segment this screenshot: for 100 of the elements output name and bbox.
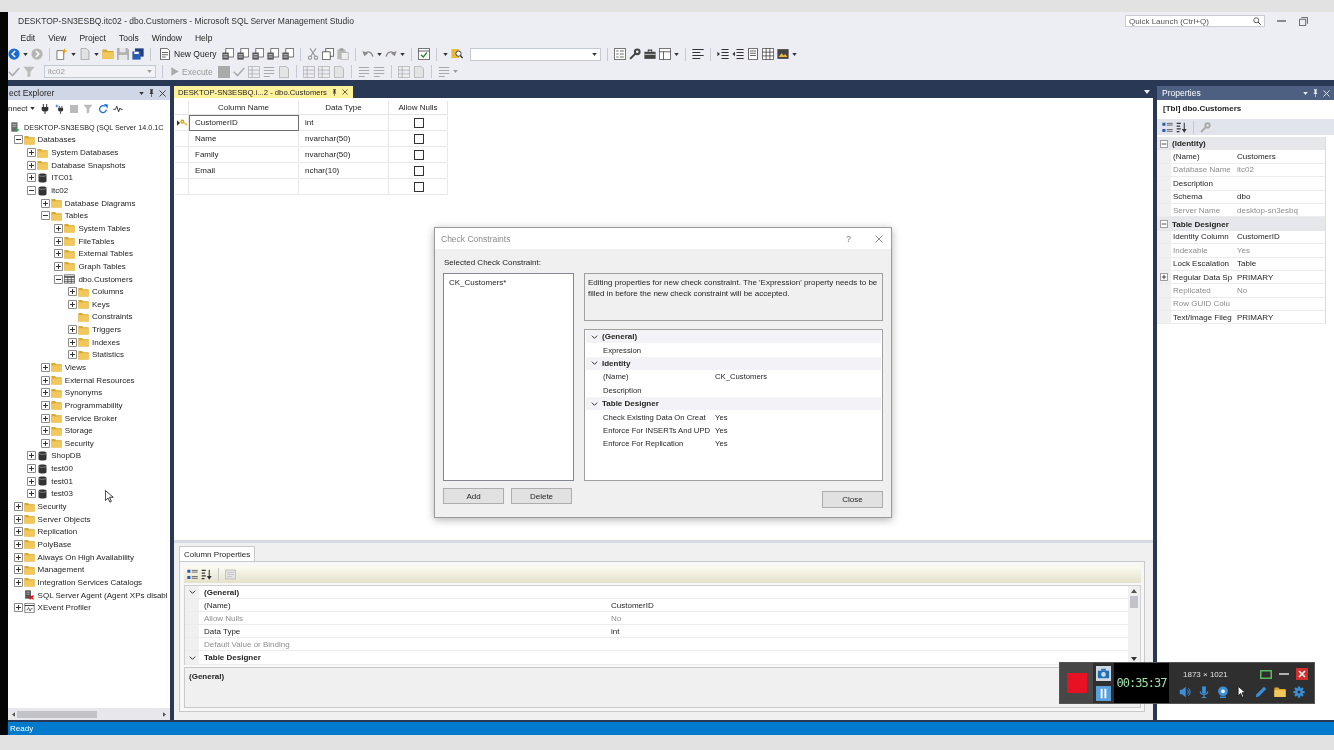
new-query-button[interactable]: New Query — [157, 48, 219, 60]
outdent-icon[interactable] — [731, 48, 744, 60]
close-icon[interactable] — [875, 234, 883, 243]
tree-item[interactable]: Replication — [37, 527, 78, 537]
close-icon[interactable] — [159, 89, 166, 97]
back-arrow-icon[interactable] — [8, 48, 20, 60]
tree-item[interactable]: test01 — [51, 476, 73, 486]
property-value[interactable]: PRIMARY — [1235, 312, 1274, 322]
menu-item[interactable]: View — [41, 32, 73, 43]
window-layout-icon[interactable] — [658, 48, 671, 60]
sort-icon[interactable] — [1176, 121, 1187, 133]
expand-icon[interactable] — [13, 577, 23, 587]
expand-icon[interactable] — [13, 603, 23, 613]
property-value[interactable]: PRIMARY — [1235, 272, 1274, 282]
collapse-icon[interactable] — [13, 135, 23, 145]
chevron-icon[interactable] — [590, 361, 598, 366]
search-icon[interactable] — [1253, 17, 1261, 25]
tree-item[interactable]: System Databases — [51, 148, 119, 158]
expand-icon[interactable] — [54, 261, 64, 271]
close-icon[interactable] — [341, 89, 348, 95]
property-value[interactable]: int — [611, 626, 620, 636]
expand-icon[interactable] — [40, 413, 50, 423]
expand-icon[interactable] — [40, 438, 50, 448]
categorized-icon[interactable] — [187, 569, 198, 580]
tree-item[interactable]: Indexes — [92, 337, 121, 347]
property-value[interactable]: CustomerID — [1235, 232, 1280, 242]
caret-icon[interactable] — [591, 52, 597, 56]
vertical-scrollbar[interactable] — [1128, 586, 1140, 664]
speaker-icon[interactable] — [1179, 686, 1191, 698]
chevron-icon[interactable] — [188, 590, 196, 595]
caret-icon[interactable] — [442, 52, 448, 56]
help-button[interactable]: ? — [846, 233, 851, 244]
grid-icon[interactable] — [761, 48, 774, 60]
plug-icon[interactable] — [39, 103, 50, 114]
horizontal-scrollbar[interactable] — [8, 708, 170, 720]
expand-icon[interactable] — [68, 350, 77, 360]
tree-item[interactable]: External Tables — [78, 249, 133, 259]
tree-item[interactable]: Views — [64, 363, 86, 372]
table-cell[interactable]: Name — [189, 131, 299, 147]
caret-icon[interactable] — [1144, 90, 1150, 94]
tree-item[interactable]: Security — [64, 438, 94, 448]
tree-item[interactable]: Integration Services Catalogs — [37, 577, 143, 587]
table-cell[interactable]: Family — [189, 147, 299, 163]
caret-icon[interactable] — [94, 52, 99, 56]
expand-icon[interactable] — [54, 223, 64, 233]
tree-item[interactable]: Tables — [64, 211, 88, 221]
expand-icon[interactable] — [40, 426, 50, 436]
checkbox[interactable] — [413, 118, 424, 128]
tree-item[interactable]: Storage — [64, 426, 93, 436]
property-category[interactable]: Table Designer — [1157, 217, 1325, 231]
dropdown-field[interactable] — [469, 47, 601, 61]
property-category[interactable]: (General) — [586, 330, 881, 344]
caret-icon[interactable] — [1303, 91, 1308, 95]
check-icon[interactable] — [8, 65, 20, 78]
expand-icon[interactable] — [13, 514, 23, 524]
expand-icon[interactable] — [27, 489, 37, 499]
table-cell[interactable]: int — [299, 115, 389, 131]
expand-icon[interactable] — [27, 464, 37, 474]
tree-item[interactable]: External Resources — [64, 375, 135, 385]
tree-item[interactable]: FileTables — [78, 236, 115, 246]
plug-icon[interactable] — [54, 103, 65, 114]
tree-item[interactable]: test00 — [51, 464, 73, 474]
expand-icon[interactable] — [27, 148, 37, 158]
tree-item[interactable]: Service Broker — [64, 413, 118, 423]
property-value[interactable]: Customers — [1235, 152, 1276, 162]
expand-icon[interactable] — [13, 539, 23, 549]
tree-item[interactable]: Keys — [92, 299, 110, 309]
expand-icon[interactable] — [54, 249, 64, 259]
tree-item[interactable]: Database Snapshots — [51, 160, 126, 170]
add-button[interactable]: Add — [443, 488, 504, 504]
expand-icon[interactable] — [27, 451, 37, 461]
refresh-icon[interactable] — [97, 103, 108, 114]
scroll-right-icon[interactable] — [163, 711, 166, 717]
checkbox[interactable] — [413, 166, 424, 176]
delete-button[interactable]: Delete — [511, 488, 572, 504]
table-cell[interactable]: nvarchar(50) — [299, 147, 389, 163]
tree-item[interactable]: itc02 — [51, 186, 69, 195]
window-check-icon[interactable] — [417, 48, 430, 60]
collapse-icon[interactable] — [40, 211, 50, 221]
checkbox[interactable] — [413, 134, 424, 144]
tree-item[interactable]: PolyBase — [37, 539, 72, 549]
menu-item[interactable]: Help — [188, 32, 219, 43]
expand-icon[interactable] — [54, 236, 64, 246]
tree-item[interactable]: Programmability — [64, 400, 123, 410]
expand-icon[interactable] — [68, 325, 77, 335]
tree-item[interactable]: Columns — [92, 287, 124, 297]
tree-item[interactable]: Databases — [37, 135, 76, 145]
expand-icon[interactable] — [68, 287, 77, 297]
tree-item[interactable]: XEvent Profiler — [37, 603, 91, 613]
tree-item[interactable]: Synonyms — [64, 388, 103, 398]
pause-icon[interactable] — [1096, 685, 1111, 701]
tree-item[interactable]: Statistics — [92, 350, 124, 360]
wrench-icon[interactable] — [628, 48, 641, 60]
table-cell[interactable]: Email — [189, 163, 299, 179]
caret-icon[interactable] — [139, 91, 144, 95]
pen-icon[interactable] — [1255, 686, 1267, 698]
database-query-icon[interactable] — [221, 48, 234, 60]
property-list-icon[interactable] — [613, 48, 626, 60]
expand-icon[interactable] — [68, 299, 77, 309]
pulse-icon[interactable] — [112, 103, 123, 114]
